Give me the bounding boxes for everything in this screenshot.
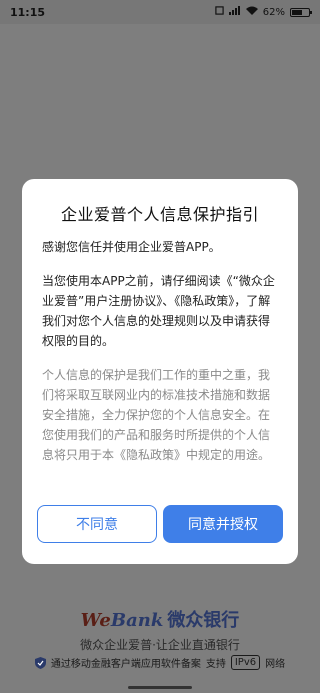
battery-icon [290,7,312,17]
accept-button[interactable]: 同意并授权 [163,505,283,543]
signal-icon [228,6,241,18]
logo-we: We [80,610,111,631]
privacy-dialog: 企业爱普个人信息保护指引 感谢您信任并使用企业爱普APP。 当您使用本APP之前… [22,179,298,564]
brand-block: WeBank 微众银行 微众企业爱普·让企业直通银行 [0,606,320,653]
filing-text: 通过移动金融客户端应用软件备案 [50,659,201,670]
battery-text: 62% [262,6,285,18]
wifi-icon [245,6,258,18]
network-text: 网络 [265,659,286,670]
status-bar: 11:15 62% [0,0,320,24]
dialog-button-row: 不同意 同意并授权 [37,505,283,543]
webank-logo: WeBank 微众银行 [81,606,240,632]
home-indicator[interactable] [128,686,192,689]
agreement-notice-text: 当您使用本APP之前，请仔细阅读《“微众企业爱普”用户注册协议》、《隐私政策》，… [42,274,275,348]
privacy-statement-text: 个人信息的保护是我们工作的重中之重，我们将采取互联网业内的标准技术措施和数据安全… [42,368,271,462]
status-time: 11:15 [10,5,46,19]
shield-icon [34,656,46,669]
decline-button[interactable]: 不同意 [37,505,157,543]
status-icons: 62% [215,6,312,18]
support-text: 支持 [205,659,226,670]
brand-slogan: 微众企业爱普·让企业直通银行 [80,638,240,652]
logo-bank: Bank [110,610,164,631]
thanks-text: 感谢您信任并使用企业爱普APP。 [42,240,221,254]
ipv6-badge: IPv6 [230,655,261,670]
footer-filing: 通过移动金融客户端应用软件备案 支持 IPv6 网络 [0,655,320,670]
notification-icon [215,6,224,18]
dialog-title: 企业爱普个人信息保护指引 [60,205,259,224]
battery-fill [292,9,302,15]
logo-cn: 微众银行 [167,610,240,631]
